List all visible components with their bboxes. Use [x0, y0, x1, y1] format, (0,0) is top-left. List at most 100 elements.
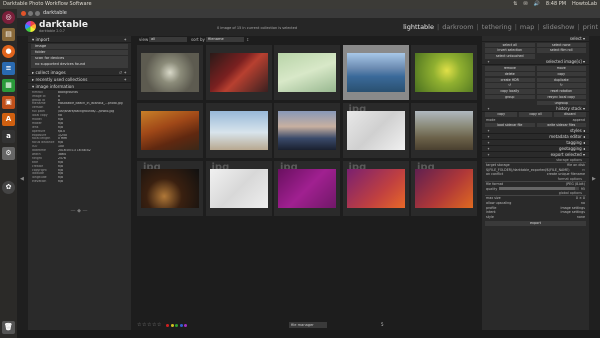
view-tab-slideshow[interactable]: slideshow: [543, 23, 575, 31]
panel-button[interactable]: group: [485, 94, 535, 100]
recent-preset-icon[interactable]: ✦: [123, 76, 127, 83]
selected-preset-icon[interactable]: ✦: [487, 59, 490, 65]
view-tab-tethering[interactable]: tethering: [482, 23, 512, 31]
file-format-select[interactable]: JPEG (8-bit): [566, 182, 585, 187]
recent-collections-header[interactable]: ▸ recently used collections ✦: [28, 76, 131, 83]
panel-button[interactable]: ungroup: [536, 100, 586, 106]
panel-button[interactable]: select untouched: [485, 54, 535, 59]
thumbnail[interactable]: jpg: [137, 161, 203, 216]
zoom-entry[interactable]: 5: [381, 322, 384, 327]
module-header[interactable]: ✦ export selected ▾: [482, 152, 589, 158]
impress-icon[interactable]: ▣: [2, 96, 15, 109]
expand-icon[interactable]: ◂: [582, 134, 585, 139]
expand-icon[interactable]: ◂: [582, 146, 585, 151]
writer-icon[interactable]: ≡: [2, 62, 15, 75]
view-tab-print[interactable]: print: [583, 23, 598, 31]
sort-order-icon[interactable]: ↕: [246, 37, 249, 42]
panel-button[interactable]: select all: [485, 42, 535, 48]
tray-item[interactable]: 🔊: [534, 0, 540, 9]
max-width-input[interactable]: 0: [576, 196, 578, 200]
panel-button[interactable]: remove: [485, 65, 535, 71]
export-button[interactable]: export: [485, 221, 586, 227]
amazon-icon[interactable]: a: [2, 130, 15, 143]
import-header[interactable]: ▾ import ✦: [28, 36, 131, 43]
maximize-window-icon[interactable]: [35, 11, 40, 16]
preset-icon[interactable]: ↺ ✦: [119, 69, 127, 76]
thumbnail[interactable]: jpg: [342, 161, 409, 216]
thumbnail[interactable]: jpg: [411, 161, 477, 216]
panel-button[interactable]: reset rotation: [536, 89, 586, 94]
color-label-dot[interactable]: [179, 323, 183, 327]
panel-button[interactable]: delete: [485, 71, 535, 77]
trash-icon[interactable]: 🗑: [2, 321, 15, 334]
expand-icon[interactable]: ▾: [582, 152, 585, 157]
history-preset-icon[interactable]: ✦: [487, 106, 490, 112]
thumbnail[interactable]: [205, 103, 272, 158]
panel-button[interactable]: create HDR: [485, 77, 535, 83]
panel-button[interactable]: move: [536, 65, 586, 71]
select-header[interactable]: select ▾: [482, 36, 589, 42]
view-select[interactable]: all: [149, 37, 187, 42]
panel-button[interactable]: ↻: [536, 83, 586, 88]
panel-button[interactable]: discard: [553, 112, 586, 117]
left-panel-border[interactable]: ◀: [17, 36, 28, 330]
settings-icon[interactable]: ⚙: [2, 147, 15, 160]
style-select[interactable]: none: [577, 215, 585, 220]
panel-button[interactable]: copy locally: [485, 89, 535, 94]
panel-button[interactable]: ↺: [485, 83, 535, 88]
view-tab-darkroom[interactable]: darkroom: [442, 23, 473, 31]
quality-track[interactable]: [499, 187, 579, 191]
panel-button[interactable]: copy all: [519, 112, 552, 117]
collapse-right-icon[interactable]: ▶: [592, 176, 596, 182]
color-label-dot[interactable]: [166, 323, 169, 327]
thumbnail[interactable]: [205, 45, 272, 100]
view-tab-map[interactable]: map: [520, 23, 534, 31]
import-button[interactable]: image: [31, 43, 128, 50]
expand-icon[interactable]: ◂: [582, 128, 585, 133]
mode-value[interactable]: append: [573, 118, 585, 123]
thumbnail[interactable]: [342, 45, 409, 100]
import-button[interactable]: folder: [31, 49, 128, 56]
panel-button[interactable]: invert selection: [485, 48, 535, 53]
firefox-icon[interactable]: ●: [2, 45, 15, 58]
panel-button[interactable]: copy: [536, 71, 586, 77]
calc-icon[interactable]: ▦: [2, 79, 15, 92]
color-label-dot[interactable]: [170, 323, 174, 327]
thumbnail[interactable]: jpg: [274, 161, 340, 216]
image-information-header[interactable]: ▾ image information: [28, 83, 131, 90]
files-icon[interactable]: ▤: [2, 28, 15, 41]
import-button[interactable]: scan for devices: [31, 56, 128, 62]
history-stack-header[interactable]: ✦ history stack ▾: [482, 106, 589, 112]
panel-button[interactable]: write sidecar files: [536, 122, 586, 128]
thumbnail[interactable]: [274, 103, 340, 158]
color-label-dot[interactable]: [184, 323, 187, 327]
selected-images-header[interactable]: ✦ selected image[s] ▾: [482, 59, 589, 66]
panel-button[interactable]: resync local copy: [536, 94, 586, 100]
module-preset-icon[interactable]: ✦: [487, 152, 490, 158]
darktable-icon[interactable]: ✿: [2, 181, 15, 194]
system-tray[interactable]: ⇅ ✉ 🔊 8:48 PM HowtoLab: [513, 0, 597, 9]
color-label-dot[interactable]: [175, 323, 178, 327]
panel-button[interactable]: select film roll: [536, 48, 586, 53]
settings-icon[interactable]: ✦: [123, 36, 127, 43]
style-row[interactable]: style none: [482, 215, 589, 220]
thumbnail[interactable]: jpg: [342, 103, 409, 158]
tray-item[interactable]: HowtoLab: [572, 0, 597, 9]
close-window-icon[interactable]: [21, 11, 26, 16]
software-icon[interactable]: A: [2, 113, 15, 126]
thumbnail[interactable]: jpg: [205, 161, 272, 216]
thumbnail[interactable]: [137, 45, 203, 100]
view-tab-lighttable[interactable]: lighttable: [403, 23, 434, 31]
minimize-window-icon[interactable]: [28, 11, 33, 16]
thumbnail[interactable]: [411, 45, 477, 100]
collect-images-header[interactable]: ▸ collect images ↺ ✦: [28, 69, 131, 76]
collapse-left-icon[interactable]: ◀: [20, 176, 24, 182]
tray-item[interactable]: ✉: [523, 0, 527, 9]
sort-select[interactable]: filename: [206, 37, 244, 42]
tray-item[interactable]: ⇅: [513, 0, 517, 9]
thumbnail[interactable]: [274, 45, 340, 100]
panel-button[interactable]: duplicate: [536, 77, 586, 83]
right-panel-border[interactable]: ▶: [589, 36, 600, 330]
expand-icon[interactable]: ◂: [582, 140, 585, 145]
panel-button[interactable]: copy: [485, 112, 518, 117]
